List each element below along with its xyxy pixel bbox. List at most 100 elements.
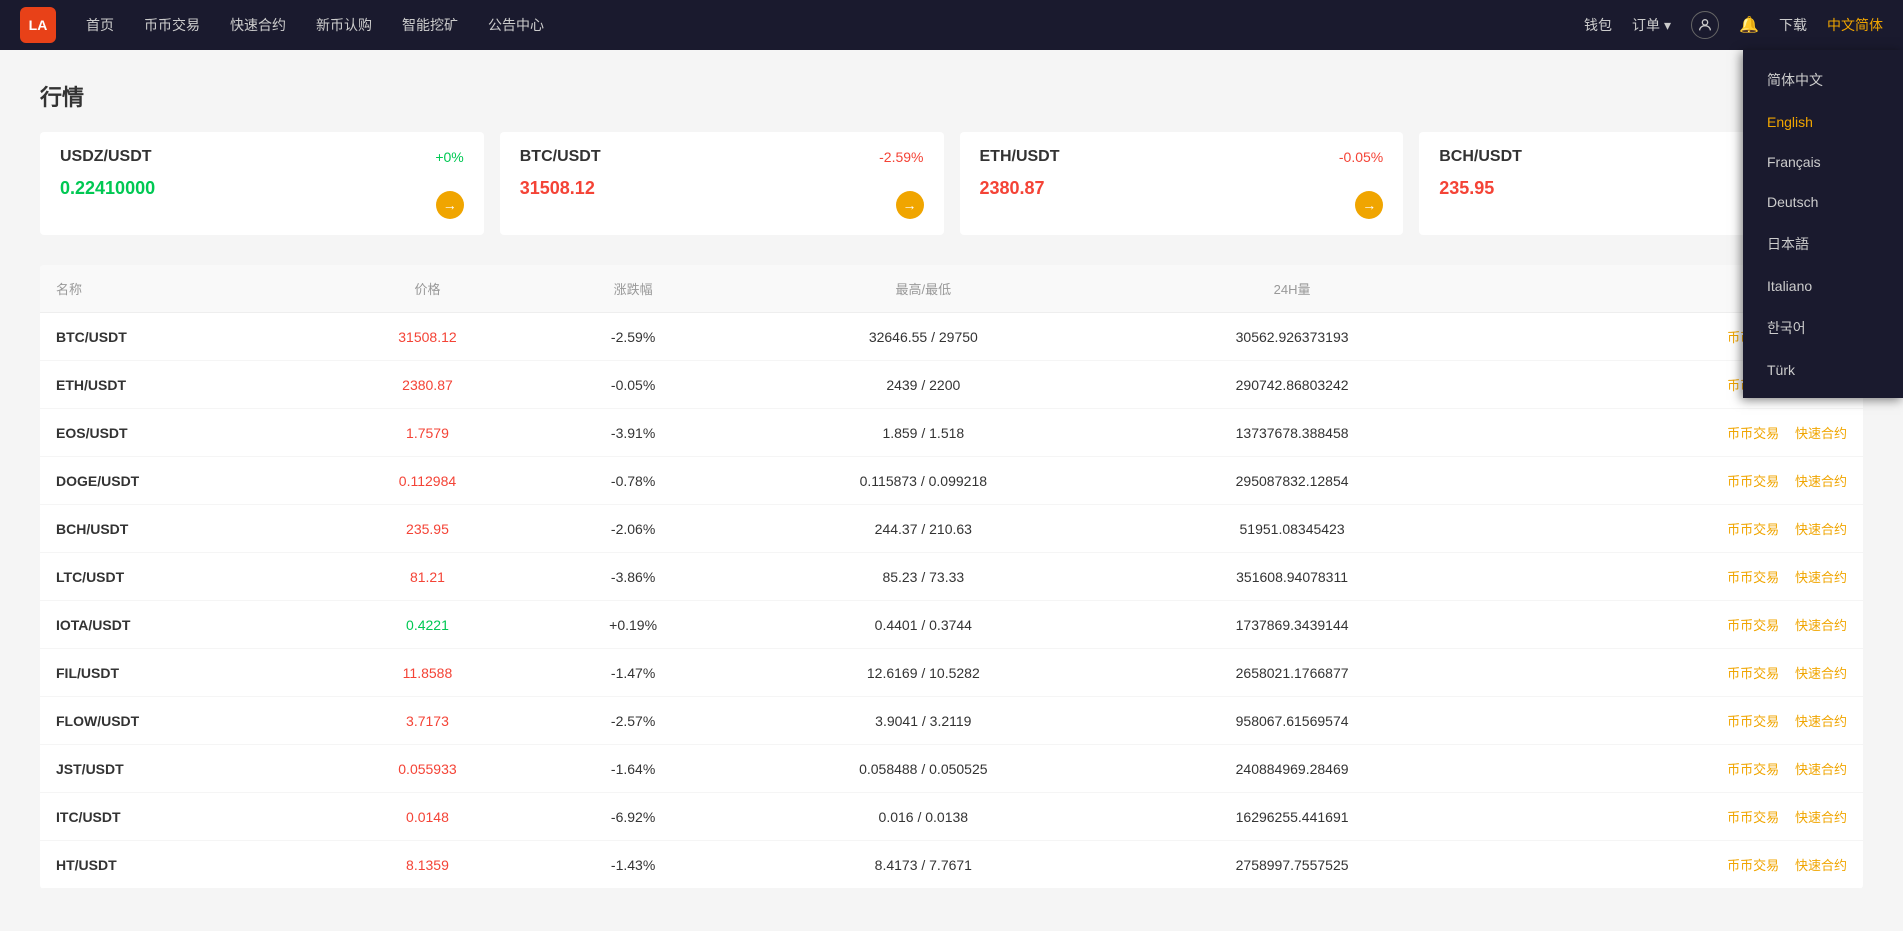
cell-pair: DOGE/USDT xyxy=(40,457,318,505)
orders-dropdown[interactable]: 订单 ▾ xyxy=(1632,15,1671,35)
lang-item-korean[interactable]: 한국어 xyxy=(1743,306,1903,350)
action-coin-trade[interactable]: 币币交易 xyxy=(1727,666,1779,681)
action-quick-contract[interactable]: 快速合约 xyxy=(1795,666,1847,681)
action-quick-contract[interactable]: 快速合约 xyxy=(1795,474,1847,489)
cell-pair: FIL/USDT xyxy=(40,649,318,697)
cell-price: 8.1359 xyxy=(318,841,536,889)
cell-change: -1.64% xyxy=(537,745,730,793)
wallet-link[interactable]: 钱包 xyxy=(1584,15,1612,35)
action-quick-contract[interactable]: 快速合约 xyxy=(1795,714,1847,729)
action-quick-contract[interactable]: 快速合约 xyxy=(1795,858,1847,873)
action-coin-trade[interactable]: 币币交易 xyxy=(1727,618,1779,633)
col-change: 涨跌幅 xyxy=(537,265,730,313)
ticker-header: BTC/USDT -2.59% xyxy=(520,148,924,166)
header-right: 钱包 订单 ▾ 🔔 下载 中文简体 xyxy=(1584,11,1883,39)
lang-item-german[interactable]: Deutsch xyxy=(1743,182,1903,222)
action-coin-trade[interactable]: 币币交易 xyxy=(1727,426,1779,441)
ticker-header: ETH/USDT -0.05% xyxy=(980,148,1384,166)
main-nav: 首页 币币交易 快速合约 新币认购 智能挖矿 公告中心 xyxy=(86,15,1584,35)
nav-new-coin[interactable]: 新币认购 xyxy=(316,15,372,35)
action-coin-trade[interactable]: 币币交易 xyxy=(1727,522,1779,537)
lang-item-simplified-chinese[interactable]: 简体中文 xyxy=(1743,58,1903,102)
nav-quick-contract[interactable]: 快速合约 xyxy=(230,15,286,35)
col-volume: 24H量 xyxy=(1117,265,1467,313)
cell-price: 0.4221 xyxy=(318,601,536,649)
action-quick-contract[interactable]: 快速合约 xyxy=(1795,522,1847,537)
cell-volume: 2658021.1766877 xyxy=(1117,649,1467,697)
action-coin-trade[interactable]: 币币交易 xyxy=(1727,474,1779,489)
cell-actions: 币币交易 快速合约 xyxy=(1467,841,1863,889)
action-coin-trade[interactable]: 币币交易 xyxy=(1727,714,1779,729)
ticker-arrow-icon[interactable]: → xyxy=(1355,191,1383,219)
action-quick-contract[interactable]: 快速合约 xyxy=(1795,762,1847,777)
ticker-card-2[interactable]: ETH/USDT -0.05% 2380.87 → xyxy=(960,132,1404,235)
cell-pair: ETH/USDT xyxy=(40,361,318,409)
cell-change: -2.59% xyxy=(537,313,730,361)
cell-price: 1.7579 xyxy=(318,409,536,457)
cell-actions: 币币交易 快速合约 xyxy=(1467,697,1863,745)
cell-volume: 958067.61569574 xyxy=(1117,697,1467,745)
action-coin-trade[interactable]: 币币交易 xyxy=(1727,858,1779,873)
ticker-cards: USDZ/USDT +0% 0.22410000 → BTC/USDT -2.5… xyxy=(40,132,1863,235)
cell-volume: 2758997.7557525 xyxy=(1117,841,1467,889)
page-title: 行情 xyxy=(40,80,1863,112)
cell-price: 3.7173 xyxy=(318,697,536,745)
market-table-container: 名称 价格 涨跌幅 最高/最低 24H量 操作 BTC/USDT 31508.1… xyxy=(40,265,1863,889)
ticker-card-1[interactable]: BTC/USDT -2.59% 31508.12 → xyxy=(500,132,944,235)
logo[interactable]: LA xyxy=(20,7,56,43)
cell-change: -1.47% xyxy=(537,649,730,697)
cell-volume: 295087832.12854 xyxy=(1117,457,1467,505)
lang-item-italian[interactable]: Italiano xyxy=(1743,266,1903,306)
cell-price: 235.95 xyxy=(318,505,536,553)
cell-hl: 0.115873 / 0.099218 xyxy=(730,457,1118,505)
cell-volume: 290742.86803242 xyxy=(1117,361,1467,409)
nav-announcements[interactable]: 公告中心 xyxy=(488,15,544,35)
table-header-row: 名称 价格 涨跌幅 最高/最低 24H量 操作 xyxy=(40,265,1863,313)
cell-actions: 币币交易 快速合约 xyxy=(1467,745,1863,793)
language-selector[interactable]: 中文简体 xyxy=(1827,15,1883,35)
cell-hl: 3.9041 / 3.2119 xyxy=(730,697,1118,745)
nav-home[interactable]: 首页 xyxy=(86,15,114,35)
download-link[interactable]: 下载 xyxy=(1779,15,1807,35)
cell-hl: 12.6169 / 10.5282 xyxy=(730,649,1118,697)
action-quick-contract[interactable]: 快速合约 xyxy=(1795,570,1847,585)
cell-change: -3.91% xyxy=(537,409,730,457)
cell-pair: ITC/USDT xyxy=(40,793,318,841)
action-coin-trade[interactable]: 币币交易 xyxy=(1727,570,1779,585)
ticker-card-0[interactable]: USDZ/USDT +0% 0.22410000 → xyxy=(40,132,484,235)
cell-actions: 币币交易 快速合约 xyxy=(1467,409,1863,457)
cell-volume: 240884969.28469 xyxy=(1117,745,1467,793)
action-coin-trade[interactable]: 币币交易 xyxy=(1727,762,1779,777)
notification-bell-icon[interactable]: 🔔 xyxy=(1739,15,1759,35)
lang-item-english[interactable]: English xyxy=(1743,102,1903,142)
cell-actions: 币币交易 快速合约 xyxy=(1467,793,1863,841)
cell-hl: 8.4173 / 7.7671 xyxy=(730,841,1118,889)
lang-item-japanese[interactable]: 日本語 xyxy=(1743,222,1903,266)
cell-volume: 30562.926373193 xyxy=(1117,313,1467,361)
action-quick-contract[interactable]: 快速合约 xyxy=(1795,618,1847,633)
cell-change: -3.86% xyxy=(537,553,730,601)
lang-item-french[interactable]: Français xyxy=(1743,142,1903,182)
cell-change: +0.19% xyxy=(537,601,730,649)
action-quick-contract[interactable]: 快速合约 xyxy=(1795,810,1847,825)
action-coin-trade[interactable]: 币币交易 xyxy=(1727,810,1779,825)
table-row: FIL/USDT 11.8588 -1.47% 12.6169 / 10.528… xyxy=(40,649,1863,697)
ticker-arrow-icon[interactable]: → xyxy=(436,191,464,219)
user-icon[interactable] xyxy=(1691,11,1719,39)
nav-coin-trade[interactable]: 币币交易 xyxy=(144,15,200,35)
action-quick-contract[interactable]: 快速合约 xyxy=(1795,426,1847,441)
market-table: 名称 价格 涨跌幅 最高/最低 24H量 操作 BTC/USDT 31508.1… xyxy=(40,265,1863,889)
cell-actions: 币币交易 快速合约 xyxy=(1467,553,1863,601)
table-row: JST/USDT 0.055933 -1.64% 0.058488 / 0.05… xyxy=(40,745,1863,793)
lang-item-turkish[interactable]: Türk xyxy=(1743,350,1903,390)
nav-mining[interactable]: 智能挖矿 xyxy=(402,15,458,35)
cell-actions: 币币交易 快速合约 xyxy=(1467,649,1863,697)
cell-pair: LTC/USDT xyxy=(40,553,318,601)
cell-price: 0.112984 xyxy=(318,457,536,505)
ticker-change: -0.05% xyxy=(1339,149,1383,165)
cell-hl: 0.058488 / 0.050525 xyxy=(730,745,1118,793)
cell-price: 0.0148 xyxy=(318,793,536,841)
ticker-arrow-icon[interactable]: → xyxy=(896,191,924,219)
col-price: 价格 xyxy=(318,265,536,313)
cell-actions: 币币交易 快速合约 xyxy=(1467,457,1863,505)
